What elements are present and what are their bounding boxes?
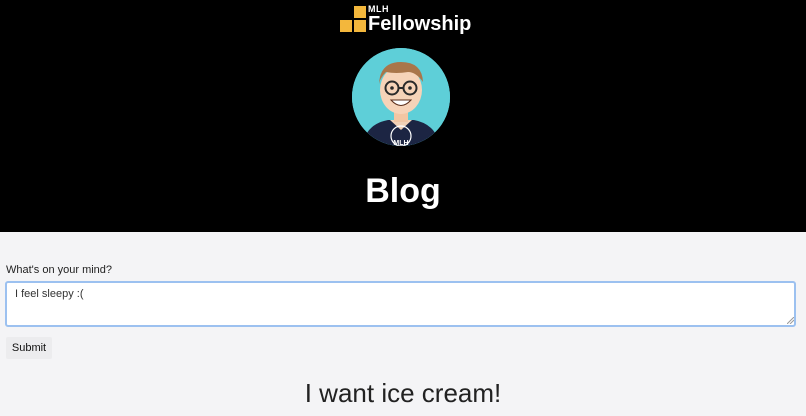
resize-grip-icon[interactable]	[787, 317, 794, 324]
mind-label: What's on your mind?	[6, 264, 113, 276]
submit-button[interactable]: Submit	[6, 337, 52, 359]
post-title: I want ice cream!	[304, 378, 502, 408]
avatar: MLH	[352, 48, 450, 146]
avatar-illustration-icon: MLH	[352, 48, 450, 146]
page-title: Blog	[365, 172, 441, 210]
svg-text:MLH: MLH	[393, 140, 408, 146]
header: MLH Fellowship MLH Blog	[0, 0, 806, 232]
mlh-fellowship-logo[interactable]: MLH Fellowship	[340, 4, 471, 35]
logo-mark-icon	[340, 6, 366, 32]
mind-textarea[interactable]: I feel sleepy :(	[5, 281, 796, 327]
logo-big-text: Fellowship	[368, 13, 472, 35]
